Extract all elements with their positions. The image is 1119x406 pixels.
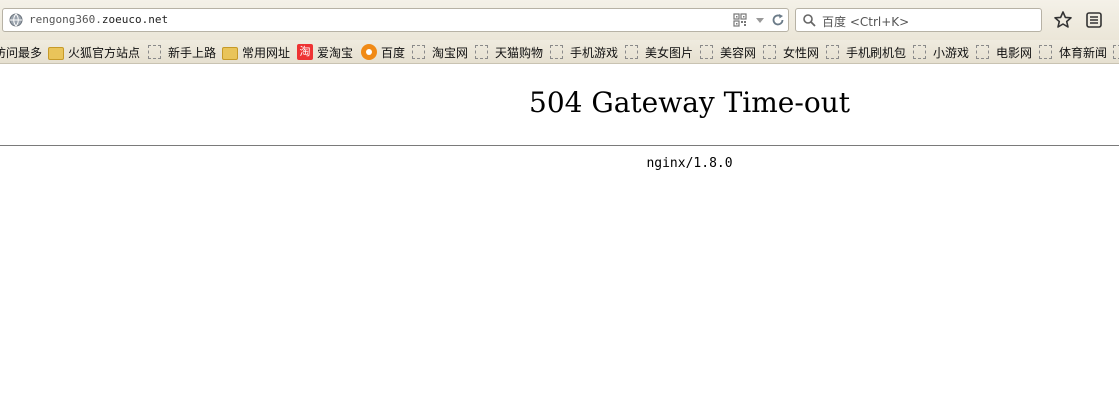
search-icon [803,14,816,27]
bookmark-label: 女性网 [783,45,820,60]
bookmark-label: 天猫购物 [495,45,544,60]
bookmark-mini-games[interactable]: 小游戏 [913,43,969,61]
bookmark-baidu[interactable]: 百度 [361,43,405,61]
bookmark-label: 淘宝网 [432,45,469,60]
bookmark-label: 美女图片 [645,45,694,60]
bookmark-label: 美容网 [720,45,757,60]
page-title: 504 Gateway Time-out [529,86,850,119]
taobao-icon: 淘 [297,44,313,60]
folder-icon [222,46,238,60]
bookmark-sports-news[interactable]: 体育新闻 [1039,43,1107,61]
bookmark-pictures[interactable]: 美女图片 [625,43,693,61]
bookmark-getting-started[interactable]: 新手上路 [148,43,216,61]
bookmark-label: 手机游戏 [570,45,619,60]
bookmarks-toolbar: 访问最多 火狐官方站点 新手上路 常用网址 淘 爱淘宝 百度 淘宝网 天猫购物 … [0,40,1119,64]
page-icon [475,45,488,59]
url-bar[interactable]: rengong360.zoeuco.net [2,8,789,32]
bookmark-most-visited[interactable]: 访问最多 [0,43,42,61]
bookmarks-overflow[interactable] [1113,43,1119,61]
page-icon [1039,45,1052,59]
search-bar[interactable]: 百度 <Ctrl+K> [795,8,1042,32]
bookmark-label: 体育新闻 [1059,45,1108,60]
bookmark-label: 电影网 [996,45,1033,60]
bookmark-label: 新手上路 [168,45,217,60]
bookmark-ai-taobao[interactable]: 淘 爱淘宝 [297,43,353,61]
page-icon [763,45,776,59]
bookmark-label: 爱淘宝 [317,45,354,60]
bookmark-label: 访问最多 [0,45,43,60]
navigation-toolbar: rengong360.zoeuco.net 百度 <Ctrl+K> [0,0,1119,40]
page-icon [1113,45,1119,59]
bookmark-tmall[interactable]: 天猫购物 [475,43,543,61]
chevron-down-icon[interactable] [755,15,765,25]
bookmark-label: 火狐官方站点 [68,45,141,60]
bookmarks-menu-icon[interactable] [1085,11,1103,29]
page-icon [625,45,638,59]
page-icon [913,45,926,59]
bookmark-mobile-games[interactable]: 手机游戏 [550,43,618,61]
bookmark-taobao[interactable]: 淘宝网 [412,43,468,61]
page-icon [550,45,563,59]
page-icon [826,45,839,59]
bookmark-beauty[interactable]: 美容网 [700,43,756,61]
url-text[interactable]: rengong360.zoeuco.net [29,13,168,26]
bookmark-common-sites[interactable]: 常用网址 [222,43,290,61]
baidu-icon [361,44,377,60]
bookmark-label: 手机刷机包 [846,45,907,60]
bookmark-firefox-official[interactable]: 火狐官方站点 [48,43,140,61]
bookmark-movies[interactable]: 电影网 [976,43,1032,61]
page-icon [700,45,713,59]
bookmark-label: 小游戏 [933,45,970,60]
server-signature: nginx/1.8.0 [646,156,733,171]
page-icon [412,45,425,59]
bookmark-star-icon[interactable] [1053,10,1073,30]
bookmark-label: 常用网址 [242,45,291,60]
qr-code-icon[interactable] [733,13,747,27]
reload-icon[interactable] [771,13,785,27]
folder-icon [48,46,64,60]
url-prefix: rengong360. [29,13,102,26]
bookmark-label: 百度 [381,45,406,60]
page-icon [148,45,161,59]
bookmark-women[interactable]: 女性网 [763,43,819,61]
bookmark-rom-packs[interactable]: 手机刷机包 [826,43,906,61]
page-icon [976,45,989,59]
search-input[interactable]: 百度 <Ctrl+K> [822,13,909,30]
divider [0,145,1119,146]
url-domain: zoeuco.net [101,13,169,26]
globe-icon[interactable] [9,13,23,27]
